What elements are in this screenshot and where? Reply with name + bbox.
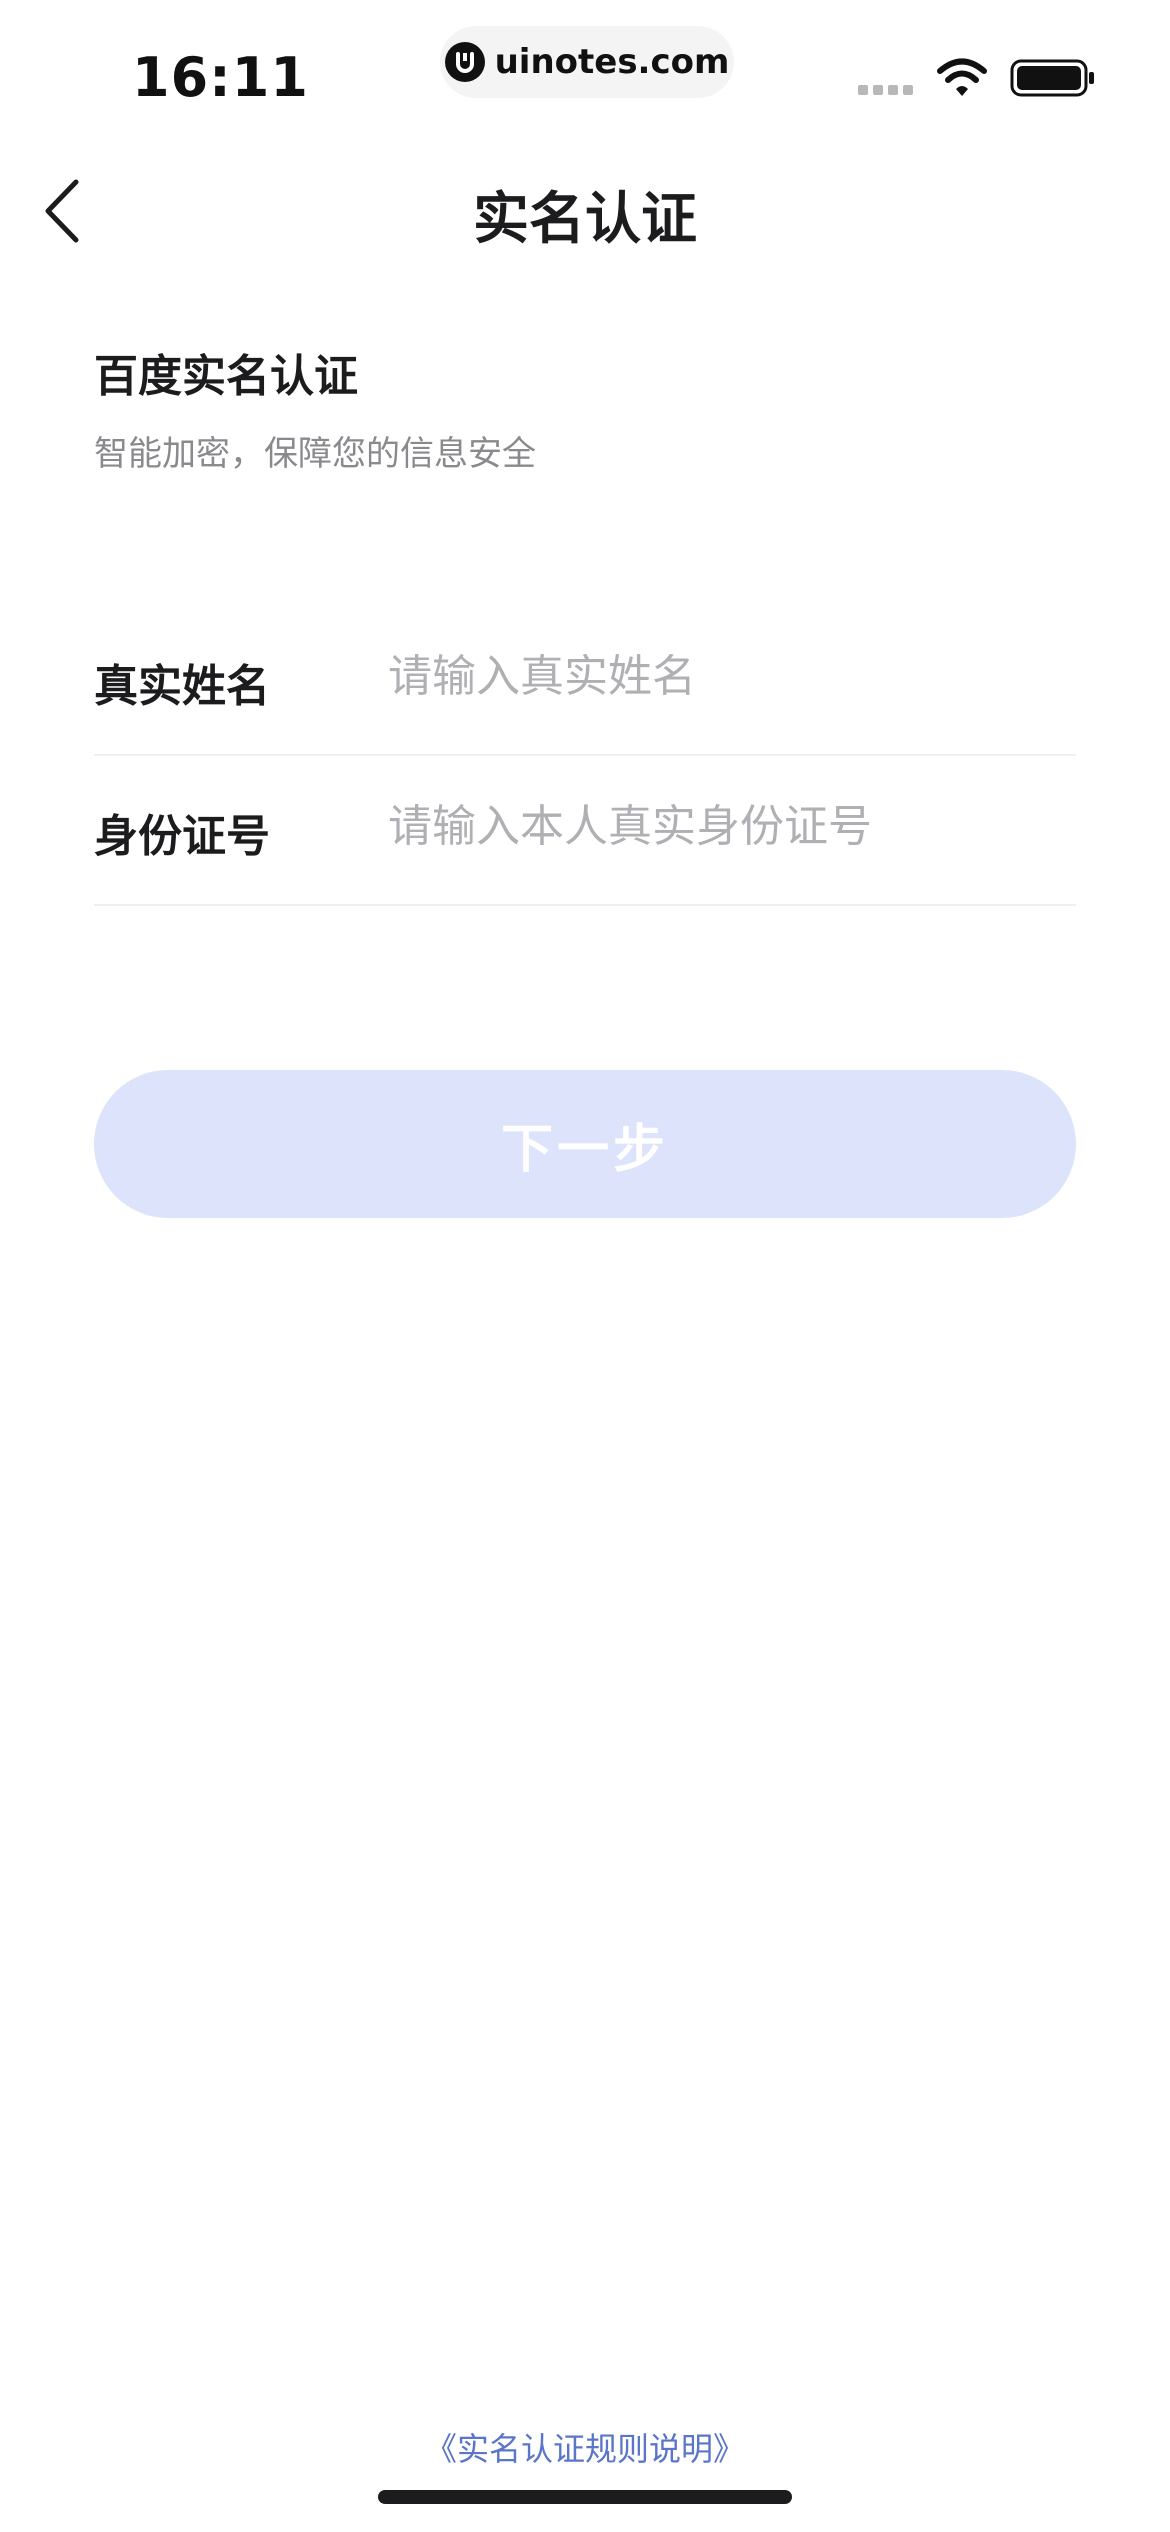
name-input[interactable] bbox=[388, 640, 1068, 712]
status-bar: 16:11 uinotes.com bbox=[0, 0, 1170, 150]
next-step-button[interactable]: 下一步 bbox=[94, 1070, 1076, 1218]
name-label: 真实姓名 bbox=[94, 661, 270, 712]
status-time: 16:11 bbox=[132, 46, 309, 109]
rules-link[interactable]: 《实名认证规则说明》 bbox=[0, 2424, 1170, 2470]
id-row: 身份证号 bbox=[94, 754, 1076, 906]
id-number-input[interactable] bbox=[388, 790, 1068, 862]
url-text: uinotes.com bbox=[494, 42, 730, 82]
id-label: 身份证号 bbox=[94, 811, 270, 862]
section-title: 百度实名认证 bbox=[94, 351, 358, 402]
uinotes-logo-icon bbox=[444, 42, 485, 82]
signal-icon bbox=[858, 85, 918, 95]
page-title: 实名认证 bbox=[473, 187, 697, 252]
wifi-icon bbox=[937, 58, 987, 96]
section-subtitle: 智能加密，保障您的信息安全 bbox=[94, 434, 536, 474]
home-indicator bbox=[378, 2490, 792, 2504]
name-row: 真实姓名 bbox=[94, 604, 1076, 756]
url-pill[interactable]: uinotes.com bbox=[440, 26, 734, 98]
battery-icon bbox=[1010, 59, 1094, 97]
nav-bar: 实名认证 bbox=[0, 150, 1170, 270]
